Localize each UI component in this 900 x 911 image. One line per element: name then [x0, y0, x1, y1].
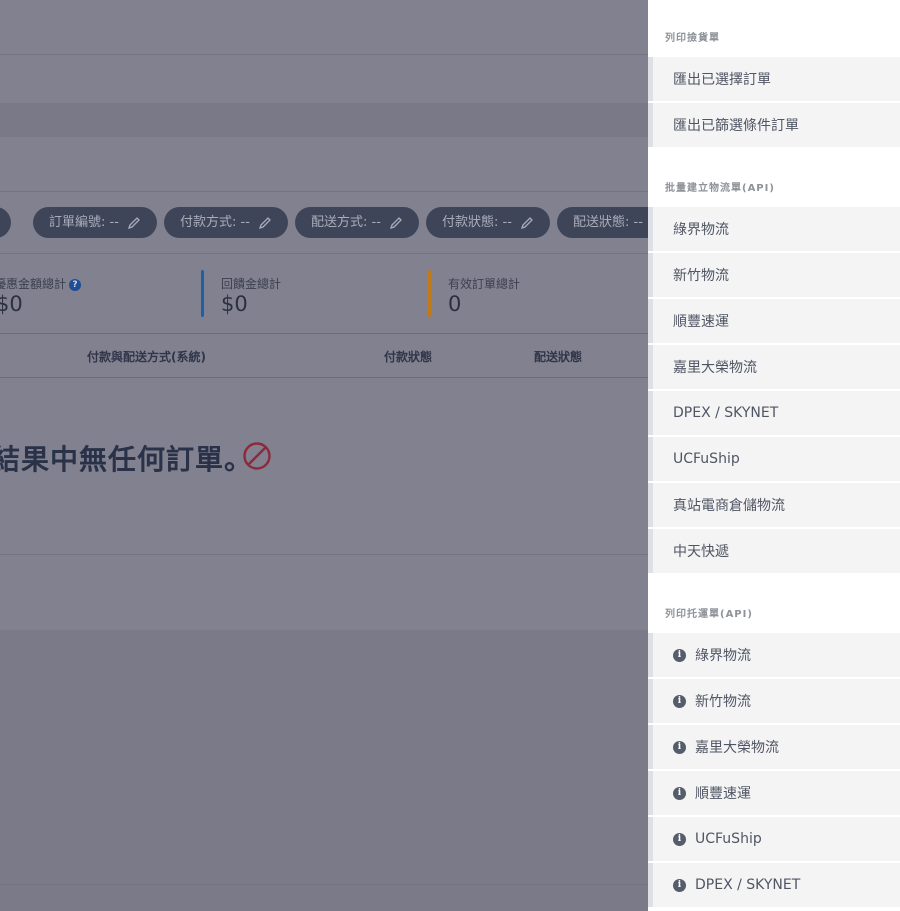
filter-value: -- [502, 215, 512, 230]
filter-label: 付款狀態: [442, 215, 499, 230]
pencil-icon [258, 216, 271, 229]
menu-item-label: 新竹物流 [673, 268, 729, 284]
divider [0, 333, 649, 334]
menu-item-label: DPEX / SKYNET [673, 405, 779, 421]
filter-value: -- [371, 215, 381, 230]
menu-item-dpex-skynet[interactable]: DPEX / SKYNET [648, 391, 900, 435]
menu-item-label: 綠界物流 [695, 648, 751, 664]
table-header-shipping-status[interactable]: 配送狀態 [534, 348, 582, 365]
filter-value: -- [240, 215, 250, 230]
menu-item-waybill-hct[interactable]: i 新竹物流 [648, 679, 900, 723]
menu-item-label: 嘉里大榮物流 [673, 360, 757, 376]
empty-result-message: 結果中無任何訂單。 [0, 443, 254, 476]
background-page: 訂單編號: -- 付款方式: -- 配送方式: -- 付款狀態: -- 配送狀態… [0, 0, 649, 911]
menu-item-waybill-sf-express[interactable]: i 順豐速運 [648, 771, 900, 815]
menu-item-label: 匯出已選擇訂單 [673, 72, 771, 88]
menu-item-label: 順豐速運 [673, 314, 729, 330]
menu-item-label: 綠界物流 [673, 222, 729, 238]
menu-item-label: UCFuShip [695, 831, 762, 847]
filter-value: -- [633, 215, 643, 230]
header-band [0, 103, 649, 137]
menu-item-hct-logistics[interactable]: 新竹物流 [648, 253, 900, 297]
menu-item-waybill-ucfuship[interactable]: i UCFuShip [648, 817, 900, 861]
filter-value: -- [109, 215, 119, 230]
filter-pill-shipping-method[interactable]: 配送方式: -- [295, 207, 419, 238]
pencil-icon [389, 216, 402, 229]
menu-item-warehouse-logistics[interactable]: 真站電商倉儲物流 [648, 483, 900, 527]
table-header-payment-shipping[interactable]: 付款與配送方式(系統) [87, 348, 206, 365]
info-icon: i [673, 694, 686, 708]
info-icon: i [673, 740, 686, 754]
filter-pill-order-number[interactable]: 訂單編號: -- [33, 207, 157, 238]
menu-item-label: 中天快遞 [673, 544, 729, 560]
menu-item-export-selected[interactable]: 匯出已選擇訂單 [648, 57, 900, 101]
filter-pill-payment-status[interactable]: 付款狀態: -- [426, 207, 550, 238]
filter-label: 配送方式: [311, 215, 368, 230]
section-title-batch-create-logistics: 批量建立物流單(API) [665, 183, 775, 194]
menu-item-export-filtered[interactable]: 匯出已篩選條件訂單 [648, 103, 900, 147]
menu-item-label: 新竹物流 [695, 694, 751, 710]
filter-label: 配送狀態: [573, 215, 630, 230]
info-icon: i [673, 878, 686, 892]
stat-label: 有效訂單總計 [448, 277, 521, 291]
menu-item-label: DPEX / SKYNET [695, 877, 801, 893]
section-title-print-waybill: 列印托運單(API) [665, 609, 753, 620]
info-icon: i [673, 786, 686, 800]
menu-item-kerry-tj[interactable]: 嘉里大榮物流 [648, 345, 900, 389]
table-header-payment-status[interactable]: 付款狀態 [384, 348, 432, 365]
pencil-icon [520, 216, 533, 229]
info-icon: i [673, 832, 686, 846]
action-side-panel: 列印撿貨單 匯出已選擇訂單 匯出已篩選條件訂單 批量建立物流單(API) 綠界物… [648, 0, 900, 911]
menu-item-zhongtian-express[interactable]: 中天快遞 [648, 529, 900, 573]
info-icon: i [673, 648, 686, 662]
filter-label: 付款方式: [180, 215, 237, 230]
pencil-icon [127, 216, 140, 229]
menu-item-ucfuship[interactable]: UCFuShip [648, 437, 900, 481]
divider [0, 884, 649, 885]
menu-item-waybill-kerry-tj[interactable]: i 嘉里大榮物流 [648, 725, 900, 769]
divider [0, 191, 649, 192]
stat-label: 優惠金額總計 [0, 277, 67, 291]
help-icon[interactable]: ? [69, 279, 82, 291]
divider [0, 377, 649, 378]
filter-pill-payment-method[interactable]: 付款方式: -- [164, 207, 288, 238]
stat-value: $0 [0, 292, 23, 316]
stat-value: $0 [221, 292, 248, 316]
stat-bar [428, 270, 431, 317]
filter-pills: 訂單編號: -- 付款方式: -- 配送方式: -- 付款狀態: -- 配送狀態… [0, 207, 649, 239]
menu-item-label: 嘉里大榮物流 [695, 740, 779, 756]
menu-item-label: 匯出已篩選條件訂單 [673, 118, 799, 134]
stat-bar [201, 270, 204, 317]
filter-pill[interactable] [0, 207, 11, 238]
divider [0, 54, 649, 55]
menu-item-waybill-ecpay[interactable]: i 綠界物流 [648, 633, 900, 677]
filter-pill-shipping-status[interactable]: 配送狀態: -- [557, 207, 649, 238]
menu-item-label: 真站電商倉儲物流 [673, 498, 785, 514]
section-title-print-picking: 列印撿貨單 [665, 33, 720, 44]
footer-band [0, 630, 649, 911]
menu-item-waybill-dpex-skynet[interactable]: i DPEX / SKYNET [648, 863, 900, 907]
prohibited-icon [243, 442, 271, 470]
divider [0, 253, 649, 254]
filter-label: 訂單編號: [49, 215, 106, 230]
menu-item-label: UCFuShip [673, 451, 740, 467]
menu-item-label: 順豐速運 [695, 786, 751, 802]
stat-value: 0 [448, 292, 462, 316]
menu-item-sf-express[interactable]: 順豐速運 [648, 299, 900, 343]
divider [0, 554, 649, 555]
menu-item-ecpay-logistics[interactable]: 綠界物流 [648, 207, 900, 251]
stat-label: 回饋金總計 [221, 277, 282, 291]
